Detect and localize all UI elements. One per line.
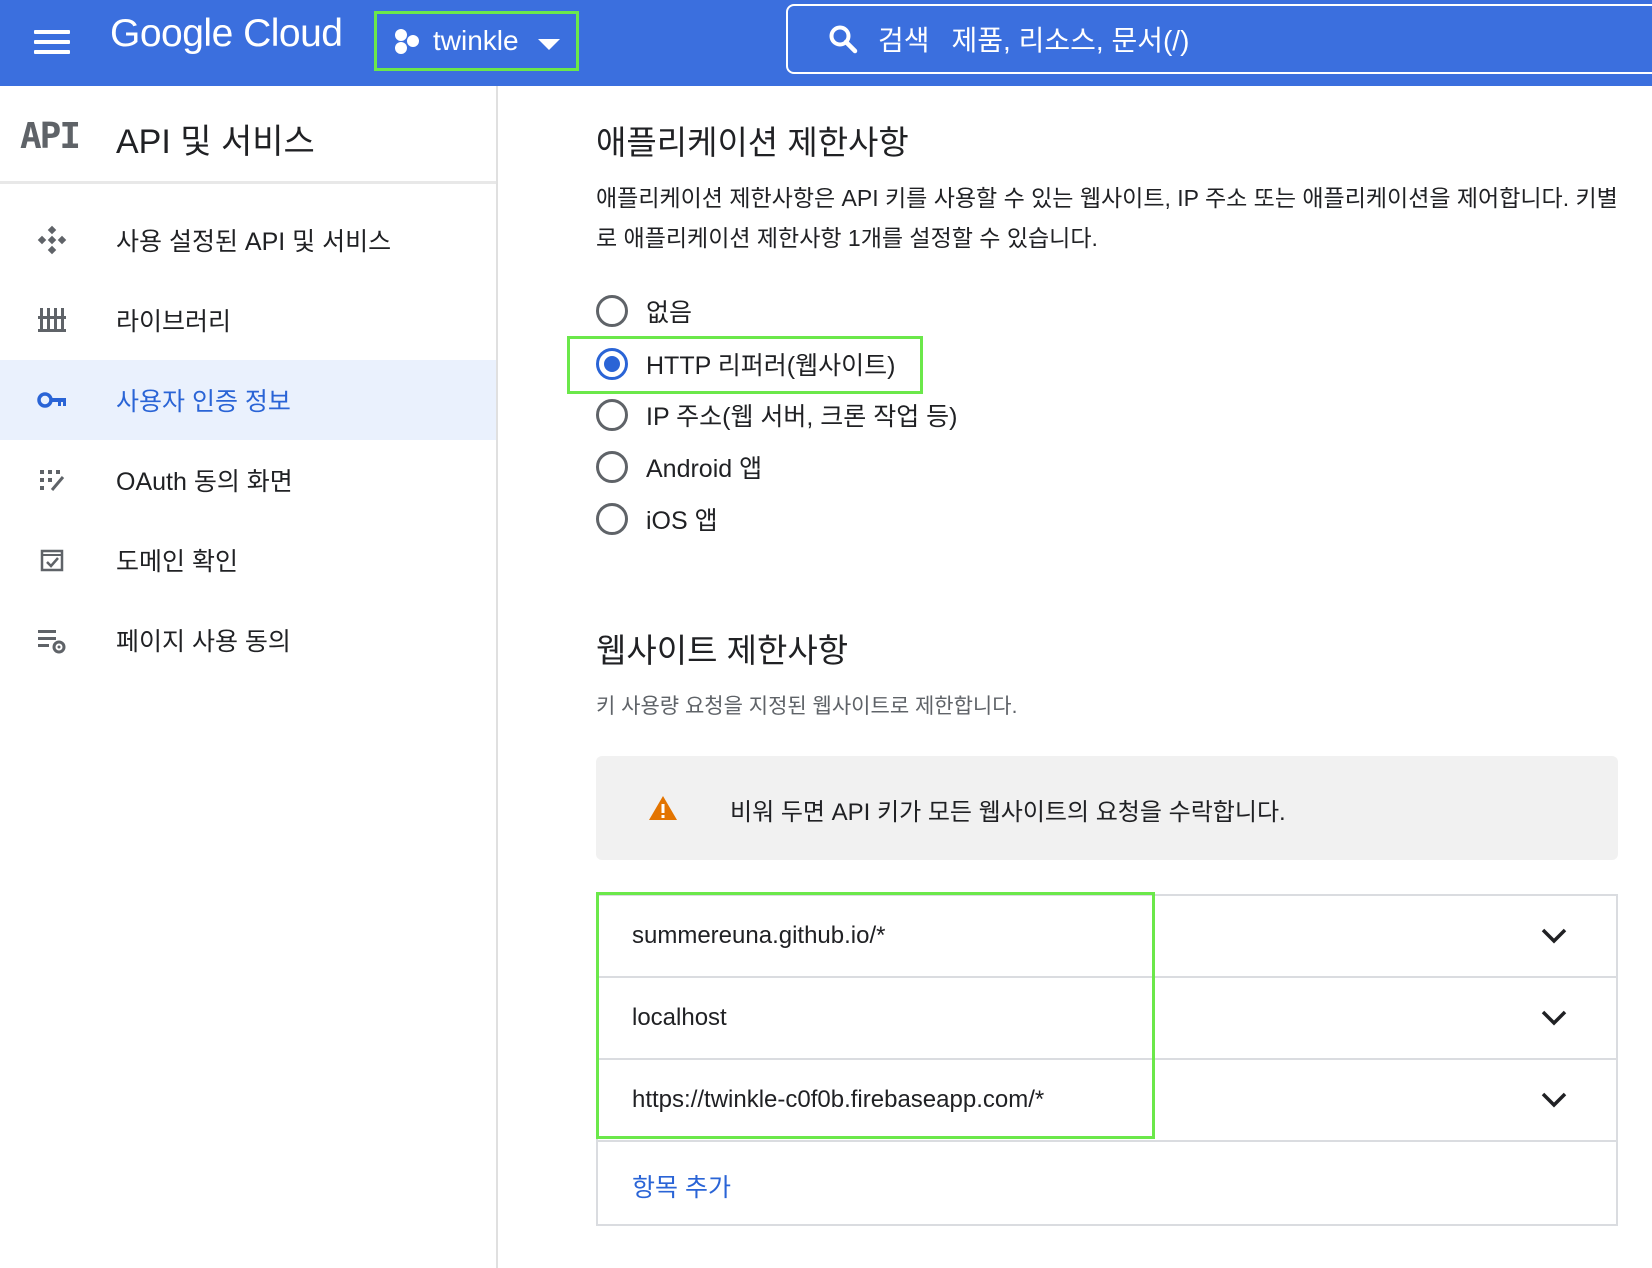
api-logo: API: [20, 116, 81, 157]
radio-button[interactable]: [596, 399, 628, 431]
warning-icon: [649, 796, 677, 820]
website-value: https://twinkle-c0f0b.firebaseapp.com/*: [632, 1086, 1045, 1113]
domain-verify-icon: [40, 549, 64, 572]
radio-option-http-referrer[interactable]: HTTP 리퍼러(웹사이트): [596, 339, 895, 389]
add-item-label: 항목 추가: [632, 1174, 731, 1202]
sidebar-item-enabled-apis[interactable]: 사용 설정된 API 및 서비스: [0, 200, 496, 280]
search-input[interactable]: 검색 제품, 리소스, 문서(/): [786, 4, 1652, 74]
sidebar-item-page-usage-agreement[interactable]: 페이지 사용 동의: [0, 600, 496, 680]
sidebar: API API 및 서비스 사용 설정된 API 및 서비스 라이브러리 사용자…: [0, 86, 498, 1268]
top-app-bar: Google Cloud twinkle 검색 제품, 리소스, 문서(/): [0, 0, 1652, 86]
radio-option-none[interactable]: 없음: [596, 286, 692, 336]
sidebar-item-label: OAuth 동의 화면: [116, 468, 293, 496]
library-icon: [38, 308, 66, 332]
sidebar-item-domain-verification[interactable]: 도메인 확인: [0, 520, 496, 600]
warning-text: 비워 두면 API 키가 모든 웹사이트의 요청을 수락합니다.: [730, 799, 1286, 826]
search-icon: [829, 25, 858, 54]
main-menu-icon[interactable]: [32, 22, 72, 62]
radio-button[interactable]: [596, 503, 628, 535]
sidebar-item-credentials[interactable]: 사용자 인증 정보: [0, 360, 496, 440]
sidebar-item-label: 도메인 확인: [116, 548, 238, 576]
project-icon: [395, 29, 419, 54]
add-item-button[interactable]: 항목 추가: [598, 1142, 1616, 1224]
oauth-consent-icon: [40, 470, 65, 491]
list-item[interactable]: summereuna.github.io/*: [598, 896, 1616, 978]
sidebar-item-label: 사용 설정된 API 및 서비스: [116, 228, 392, 256]
sidebar-item-label: 라이브러리: [116, 308, 232, 336]
sidebar-header: API API 및 서비스: [0, 86, 496, 184]
radio-option-android[interactable]: Android 앱: [596, 442, 762, 492]
radio-label: HTTP 리퍼러(웹사이트): [646, 352, 896, 380]
api-hub-icon: [37, 225, 67, 255]
chevron-down-icon[interactable]: [1540, 924, 1568, 948]
chevron-down-icon: [538, 39, 560, 50]
radio-label: iOS 앱: [646, 507, 718, 535]
radio-option-ip-address[interactable]: IP 주소(웹 서버, 크론 작업 등): [596, 390, 958, 440]
list-item[interactable]: https://twinkle-c0f0b.firebaseapp.com/*: [598, 1060, 1616, 1142]
app-restrictions-title: 애플리케이션 제한사항: [596, 124, 909, 161]
radio-label: Android 앱: [646, 455, 763, 483]
app-restrictions-description: 애플리케이션 제한사항은 API 키를 사용할 수 있는 웹사이트, IP 주소…: [596, 185, 1618, 251]
sidebar-title: API 및 서비스: [116, 123, 315, 161]
website-list: summereuna.github.io/* localhost https:/…: [596, 894, 1618, 1226]
website-value: localhost: [632, 1004, 727, 1031]
sidebar-item-library[interactable]: 라이브러리: [0, 280, 496, 360]
google-cloud-logo[interactable]: Google Cloud: [110, 12, 343, 56]
radio-button[interactable]: [596, 295, 628, 327]
page-settings-icon: [38, 630, 66, 654]
sidebar-item-label: 사용자 인증 정보: [116, 388, 291, 416]
radio-label: IP 주소(웹 서버, 크론 작업 등): [646, 403, 958, 431]
sidebar-item-label: 페이지 사용 동의: [116, 628, 291, 656]
key-icon: [37, 392, 66, 408]
chevron-down-icon[interactable]: [1540, 1006, 1568, 1030]
chevron-down-icon[interactable]: [1540, 1088, 1568, 1112]
website-restrictions-description: 키 사용량 요청을 지정된 웹사이트로 제한합니다.: [596, 695, 1018, 718]
project-picker[interactable]: twinkle: [374, 11, 579, 71]
list-item[interactable]: localhost: [598, 978, 1616, 1060]
project-name: twinkle: [433, 25, 519, 56]
radio-option-ios[interactable]: iOS 앱: [596, 494, 718, 544]
warning-banner: 비워 두면 API 키가 모든 웹사이트의 요청을 수락합니다.: [596, 756, 1618, 860]
radio-button[interactable]: [596, 348, 628, 380]
radio-button[interactable]: [596, 451, 628, 483]
website-restrictions-title: 웹사이트 제한사항: [596, 632, 849, 669]
radio-label: 없음: [646, 299, 693, 327]
sidebar-item-oauth-consent[interactable]: OAuth 동의 화면: [0, 440, 496, 520]
search-placeholder: 검색 제품, 리소스, 문서(/): [878, 25, 1190, 56]
website-value: summereuna.github.io/*: [632, 922, 886, 949]
